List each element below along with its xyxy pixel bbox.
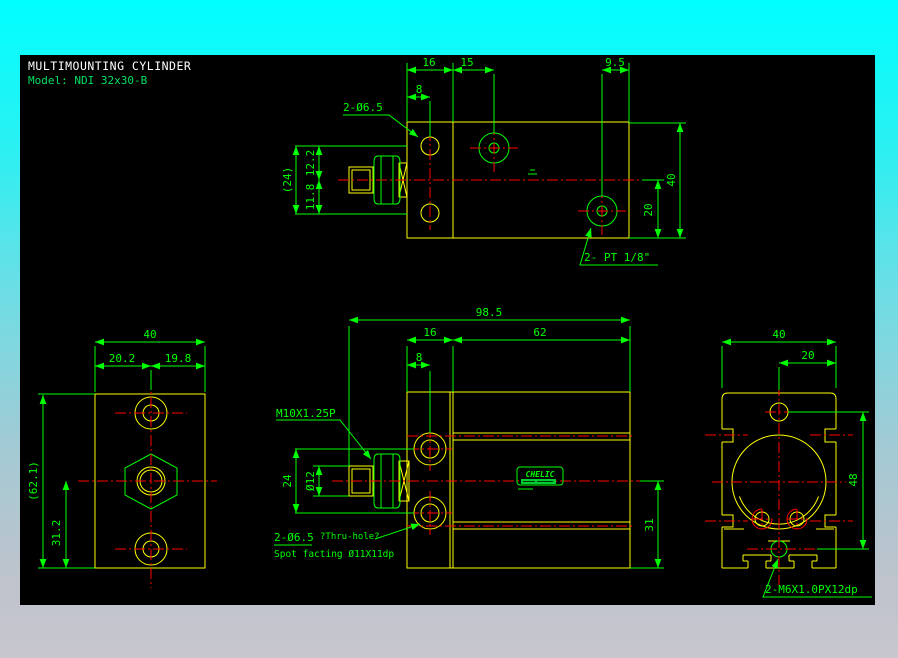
dim-text-98-5: 98.5 (476, 306, 503, 319)
model-number: Model: NDI 32x30-B (28, 74, 148, 87)
dim-text-40: 40 (665, 173, 678, 186)
drawing-title: MULTIMOUNTING CYLINDER (28, 59, 191, 73)
cad-drawing-surface: MULTIMOUNTING CYLINDER Model: NDI 32x30-… (20, 55, 875, 605)
dim-text-dia12: Ø12 (304, 471, 317, 491)
chelic-logo-text: CHELIC (526, 470, 555, 479)
dim-text-20: 20 (801, 349, 814, 362)
dim-text-8: 8 (416, 351, 423, 364)
dim-text-15: 15 (460, 56, 473, 69)
callout-text-mount-holes: 2-Ø6.5 (343, 101, 383, 114)
callout-text-thru-hole: 2-Ø6.5 (274, 531, 314, 544)
dim-text-24: 24 (281, 474, 294, 488)
callout-text-ports: 2- PT 1/8" (584, 251, 650, 264)
dim-text-16: 16 (423, 326, 436, 339)
dim-text-31: 31 (643, 518, 656, 531)
dim-text-40: 40 (143, 328, 156, 341)
dim-text-24ref: (24) (281, 167, 294, 194)
dim-text-20-2: 20.2 (109, 352, 136, 365)
dim-text-31-2: 31.2 (50, 520, 63, 547)
cad-application-window: MULTIMOUNTING CYLINDER Model: NDI 32x30-… (0, 0, 898, 658)
callout-text-rod-thread: M10X1.25P (276, 407, 336, 420)
dim-text-11-8: 11.8 (304, 184, 317, 211)
dim-text-8: 8 (416, 83, 423, 96)
dim-text-62-1: (62.1) (27, 461, 40, 501)
dim-text-19-8: 19.8 (165, 352, 192, 365)
dim-text-9-5: 9.5 (605, 56, 625, 69)
dim-text-16: 16 (422, 56, 435, 69)
callout-text-tap: 2-M6X1.0PX12dp (765, 583, 858, 596)
callout-text-spotface: Spot facting Ø11X11dp (274, 549, 394, 560)
callout-text-thru-hole-note: ?Thru-hole? (320, 532, 380, 542)
dim-text-48: 48 (847, 473, 860, 486)
dim-text-20: 20 (642, 203, 655, 216)
dim-text-62: 62 (533, 326, 546, 339)
dim-text-40: 40 (772, 328, 785, 341)
dim-text-12-2: 12.2 (304, 150, 317, 177)
